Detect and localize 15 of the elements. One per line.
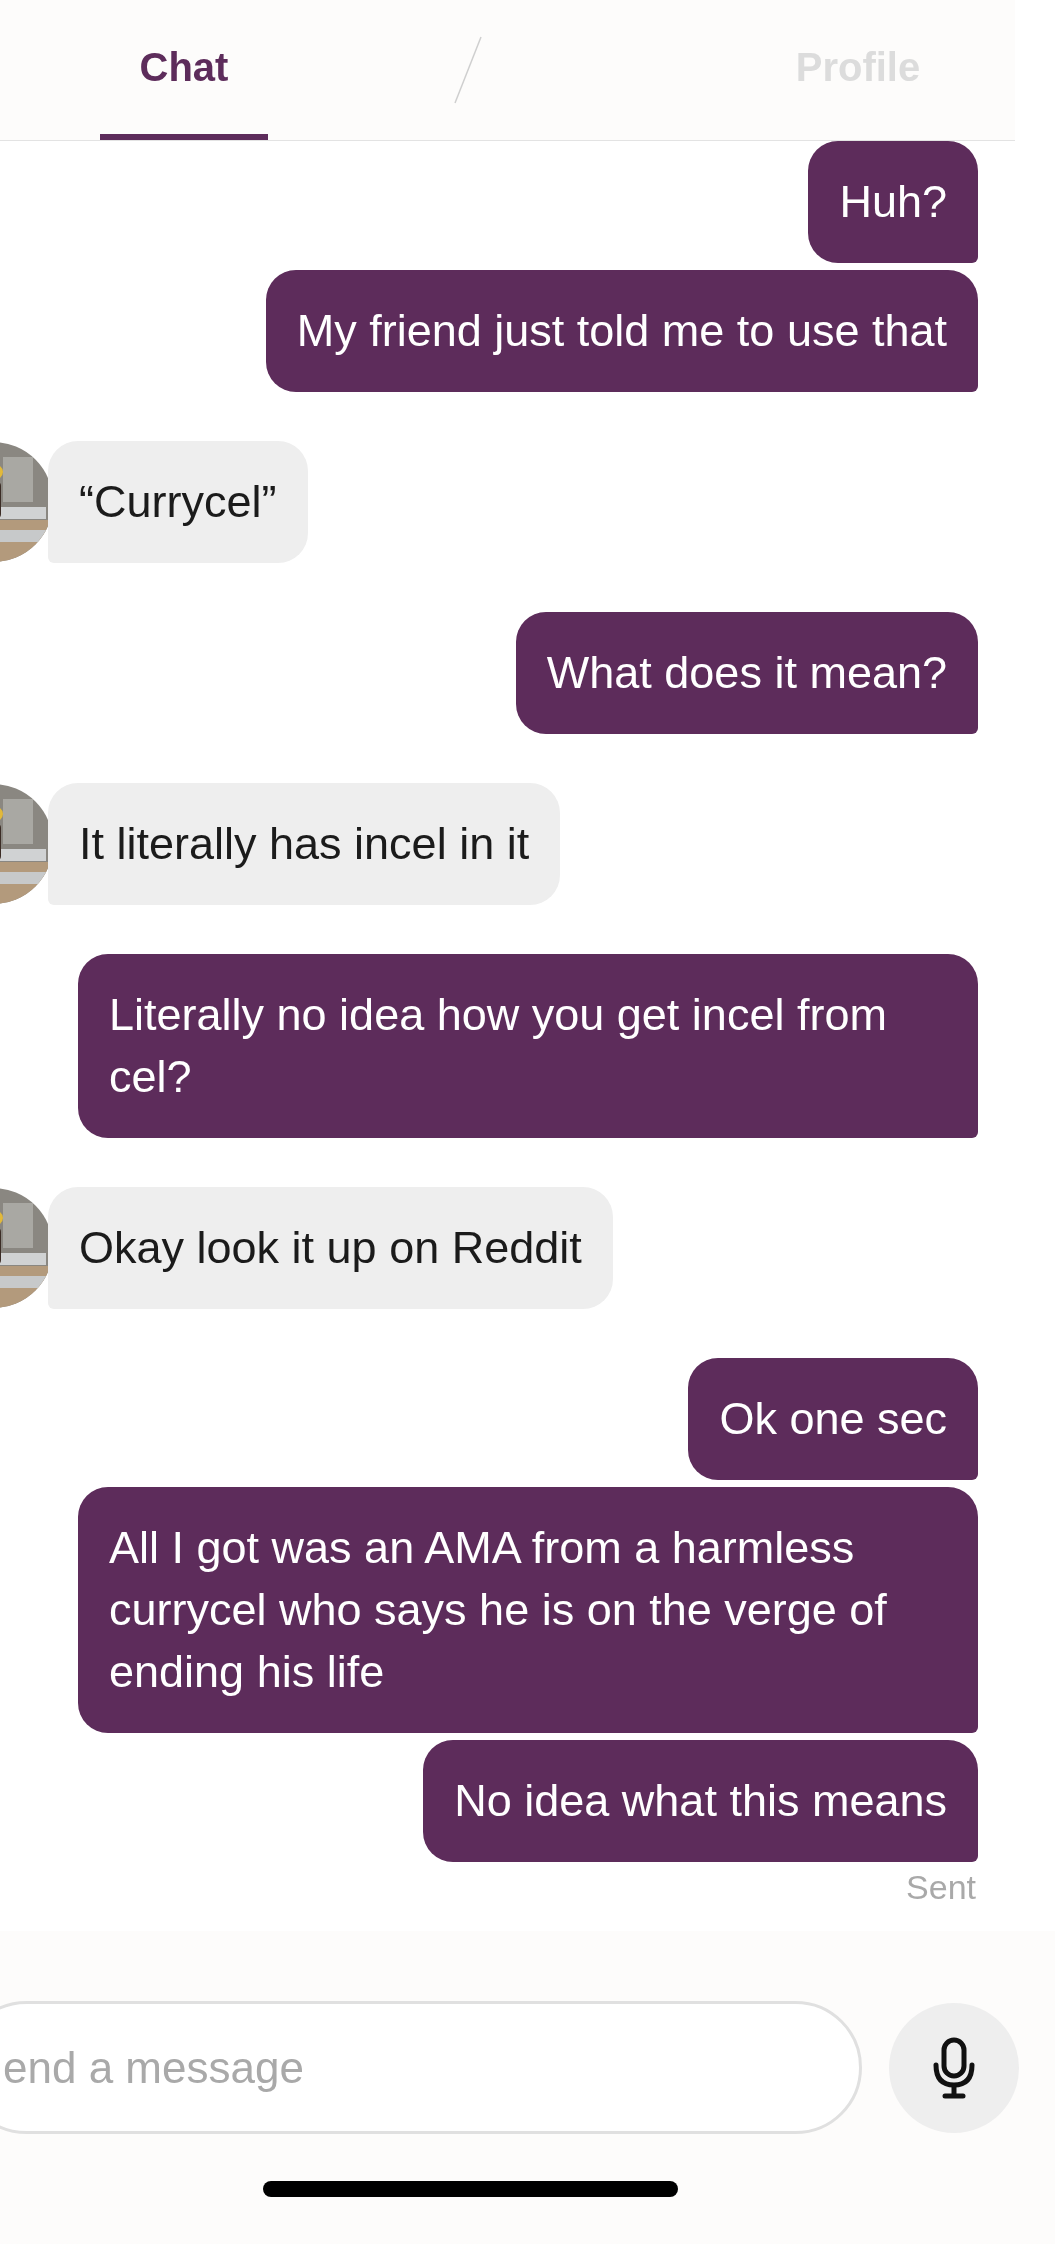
- message-bubble: Literally no idea how you get incel from cel?: [78, 954, 978, 1138]
- microphone-icon: [931, 2036, 977, 2099]
- message-bubble: Huh?: [808, 141, 978, 263]
- message-bubble: My friend just told me to use that: [265, 270, 978, 392]
- message-bubble: No idea what this means: [423, 1740, 978, 1862]
- message-bubble: It literally has incel in it: [48, 783, 561, 905]
- message-bubble: Ok one sec: [688, 1358, 978, 1480]
- delivery-status: Sent: [906, 1868, 976, 1907]
- message-bubble: All I got was an AMA from a harmless currycel who says he is on the verge of ending his life: [78, 1487, 978, 1733]
- message-bubble: What does it mean?: [515, 612, 978, 734]
- message-bubble: “Currycel”: [48, 441, 308, 563]
- message-input[interactable]: end a message: [0, 2001, 862, 2134]
- tab[interactable]: Chat: [100, 0, 268, 140]
- tab-divider: [453, 35, 483, 105]
- message-bubble: Okay look it up on Reddit: [48, 1187, 613, 1309]
